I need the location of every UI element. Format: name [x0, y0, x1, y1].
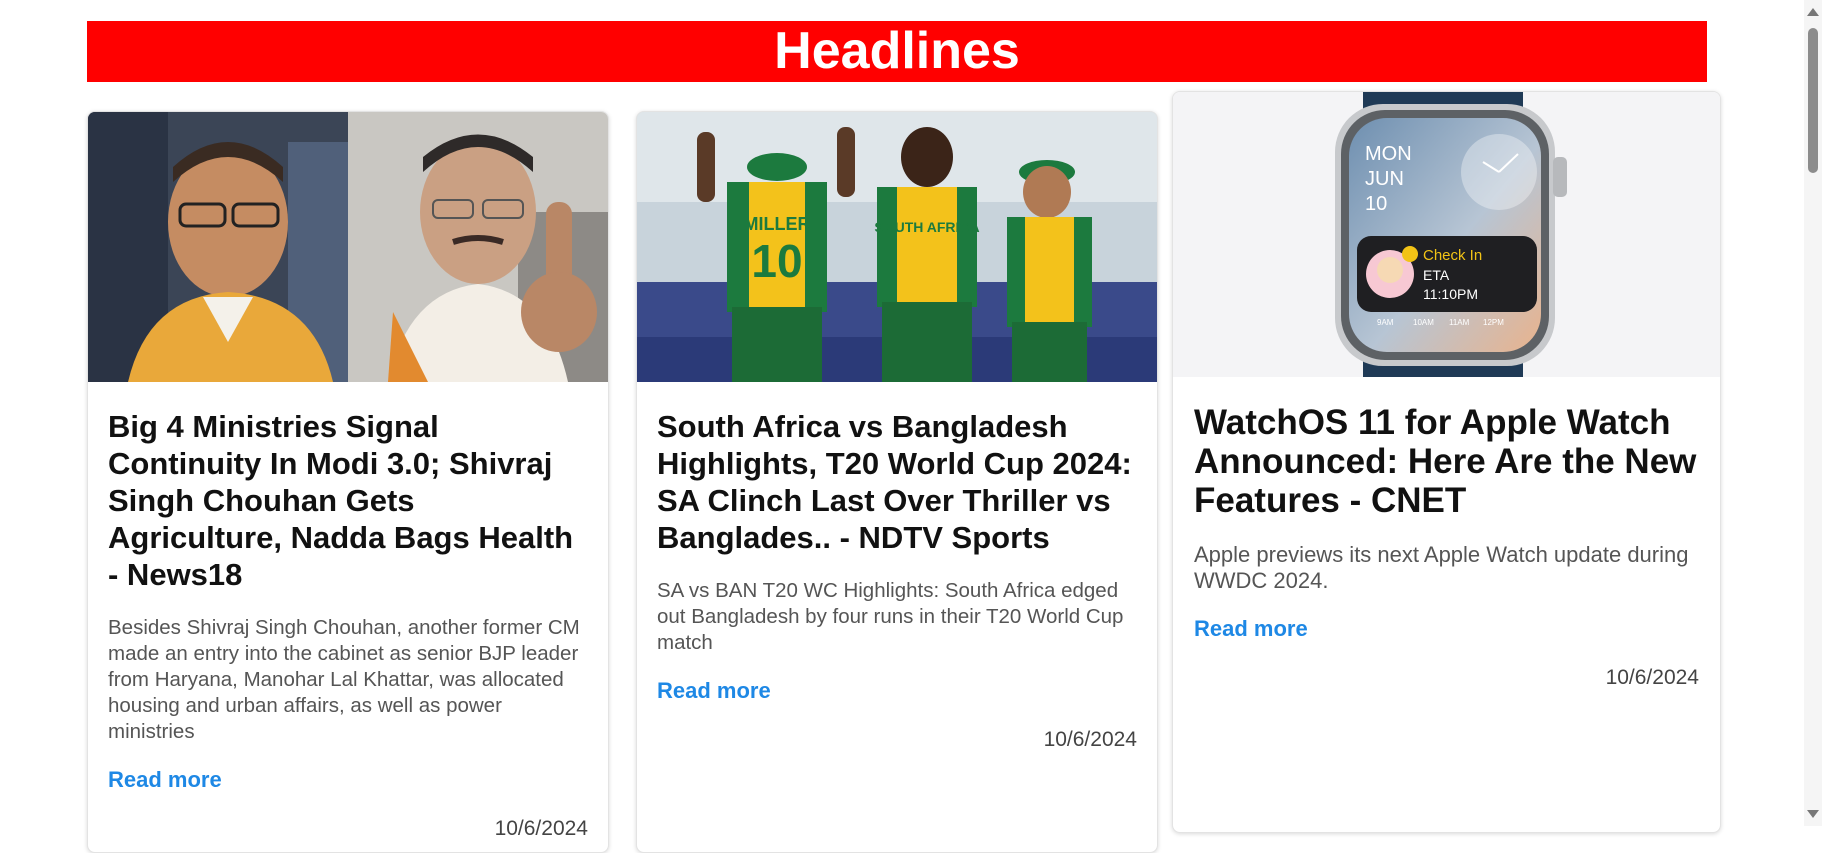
- news-card: Big 4 Ministries Signal Continuity In Mo…: [87, 111, 609, 853]
- jersey-country: SOUTH AFRICA: [874, 219, 979, 235]
- news-title: Big 4 Ministries Signal Continuity In Mo…: [108, 409, 574, 592]
- watch-hour: 10AM: [1413, 318, 1434, 327]
- news-description: Apple previews its next Apple Watch upda…: [1194, 542, 1689, 593]
- politicians-photo: [88, 112, 608, 382]
- watch-month: JUN: [1365, 168, 1404, 190]
- news-date: 10/6/2024: [1605, 666, 1699, 689]
- jersey-number: 10: [751, 235, 802, 287]
- news-card: MILLER 10 SOUTH AFRICA South Africa vs B…: [636, 111, 1158, 853]
- watch-hour: 9AM: [1377, 318, 1394, 327]
- scroll-thumb[interactable]: [1808, 28, 1818, 173]
- page-scrollbar[interactable]: [1804, 0, 1822, 826]
- watch-day: MON: [1365, 143, 1412, 165]
- headlines-banner: Headlines: [87, 21, 1707, 82]
- news-description: SA vs BAN T20 WC Highlights: South Afric…: [657, 579, 1124, 654]
- news-image[interactable]: MILLER 10 SOUTH AFRICA: [637, 112, 1157, 382]
- watch-eta-time: 11:10PM: [1423, 286, 1478, 302]
- news-image[interactable]: MON JUN 10 Check In ETA 11:10PM 9AM 10AM…: [1173, 92, 1720, 377]
- news-date: 10/6/2024: [494, 817, 588, 840]
- news-date: 10/6/2024: [1043, 728, 1137, 751]
- scroll-down-arrow-icon[interactable]: [1807, 810, 1819, 818]
- news-title: WatchOS 11 for Apple Watch Announced: He…: [1194, 403, 1697, 520]
- news-description: Besides Shivraj Singh Chouhan, another f…: [108, 616, 580, 743]
- read-more-link[interactable]: Read more: [108, 767, 222, 793]
- scroll-up-arrow-icon[interactable]: [1807, 8, 1819, 16]
- jersey-name: MILLER: [744, 214, 811, 234]
- apple-watch-image: MON JUN 10 Check In ETA 11:10PM 9AM 10AM…: [1173, 92, 1720, 377]
- read-more-link[interactable]: Read more: [657, 678, 771, 704]
- read-more-link[interactable]: Read more: [1194, 616, 1308, 642]
- news-image[interactable]: [88, 112, 608, 382]
- news-title: South Africa vs Bangladesh Highlights, T…: [657, 409, 1132, 555]
- watch-date: 10: [1365, 193, 1387, 215]
- watch-eta-label: ETA: [1423, 267, 1450, 283]
- watch-hour: 11AM: [1449, 318, 1470, 327]
- watch-checkin: Check In: [1423, 247, 1482, 264]
- news-card: MON JUN 10 Check In ETA 11:10PM 9AM 10AM…: [1172, 91, 1721, 833]
- page-title: Headlines: [774, 22, 1020, 80]
- watch-hour: 12PM: [1483, 318, 1504, 327]
- cricket-photo: MILLER 10 SOUTH AFRICA: [637, 112, 1157, 382]
